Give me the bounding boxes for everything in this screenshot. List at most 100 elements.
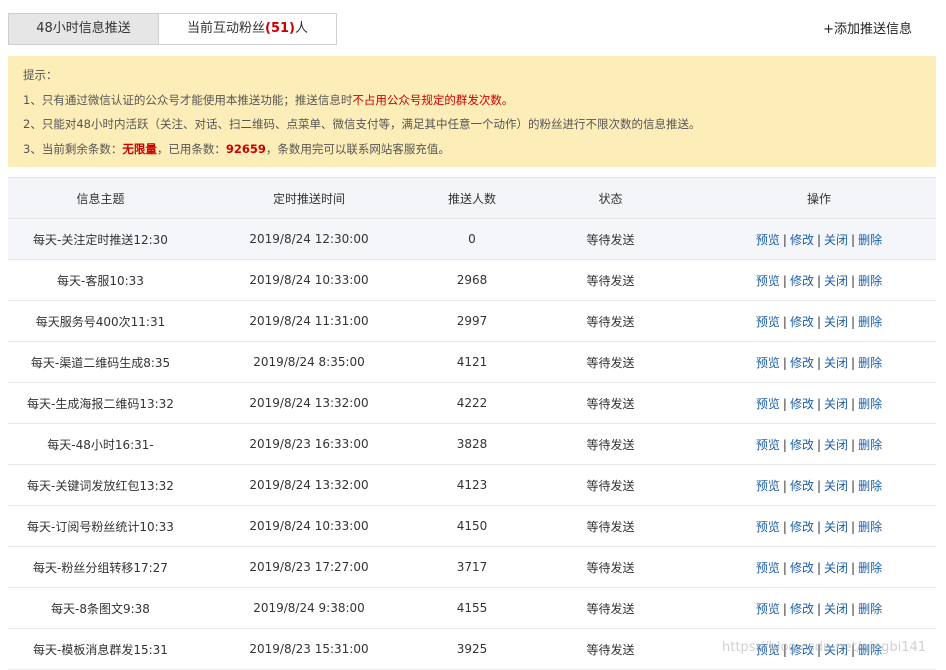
cell-subject: 每天-客服10:33 (8, 259, 193, 301)
table-row: 每天-生成海报二维码13:32 2019/8/24 13:32:00 4222 等待发… (8, 382, 936, 424)
cell-count: 3925 (425, 628, 519, 670)
edit-link[interactable]: 修改 (790, 233, 814, 247)
notice-line-3-text-a: 3、当前剩余条数： (23, 141, 123, 156)
preview-link[interactable]: 预览 (756, 356, 780, 370)
close-link[interactable]: 关闭 (824, 520, 848, 534)
notice-panel: 提示： 1、只有通过微信认证的公众号才能使用本推送功能；推送信息时不占用公众号规… (8, 56, 936, 167)
preview-link[interactable]: 预览 (756, 479, 780, 493)
add-push-button[interactable]: +添加推送信息 (823, 18, 912, 37)
preview-link[interactable]: 预览 (756, 561, 780, 575)
close-link[interactable]: 关闭 (824, 479, 848, 493)
preview-link[interactable]: 预览 (756, 233, 780, 247)
cell-actions: 预览 | 修改 | 关闭 | 删除 (702, 546, 936, 588)
preview-link[interactable]: 预览 (756, 274, 780, 288)
action-separator: | (851, 355, 856, 370)
cell-time: 2019/8/23 16:33:00 (193, 423, 425, 465)
action-separator: | (782, 232, 787, 247)
push-table: 信息主题 定时推送时间 推送人数 状态 操作 每天-关注定时推送12:30 201… (8, 177, 936, 670)
cell-actions: 预览 | 修改 | 关闭 | 删除 (702, 382, 936, 424)
edit-link[interactable]: 修改 (790, 397, 814, 411)
close-link[interactable]: 关闭 (824, 233, 848, 247)
cell-status: 等待发送 (519, 382, 702, 424)
action-separator: | (816, 478, 822, 493)
cell-status: 等待发送 (519, 505, 702, 547)
edit-link[interactable]: 修改 (790, 602, 814, 616)
close-link[interactable]: 关闭 (824, 602, 848, 616)
close-link[interactable]: 关闭 (824, 356, 848, 370)
table-row: 每天-48小时16:31- 2019/8/23 16:33:00 3828 等待发送预… (8, 423, 936, 465)
action-separator: | (782, 437, 787, 452)
action-separator: | (782, 478, 787, 493)
close-link[interactable]: 关闭 (824, 397, 848, 411)
action-separator: | (851, 519, 856, 534)
preview-link[interactable]: 预览 (756, 520, 780, 534)
cell-actions: 预览 | 修改 | 关闭 | 删除 (702, 423, 936, 465)
preview-link[interactable]: 预览 (756, 397, 780, 411)
action-separator: | (782, 519, 787, 534)
cell-count: 4121 (425, 341, 519, 383)
edit-link[interactable]: 修改 (790, 438, 814, 452)
edit-link[interactable]: 修改 (790, 479, 814, 493)
preview-link[interactable]: 预览 (756, 438, 780, 452)
delete-link[interactable]: 删除 (858, 274, 882, 288)
cell-status: 等待发送 (519, 218, 702, 260)
tab-bar: 48小时信息推送 当前互动粉丝(51)人 (8, 13, 337, 45)
edit-link[interactable]: 修改 (790, 561, 814, 575)
delete-link[interactable]: 删除 (858, 520, 882, 534)
preview-link[interactable]: 预览 (756, 315, 780, 329)
tab-active-fans-prefix: 当前互动粉丝 (186, 21, 265, 36)
cell-count: 4222 (425, 382, 519, 424)
tab-active-fans-suffix: 人 (294, 21, 308, 36)
edit-link[interactable]: 修改 (790, 520, 814, 534)
edit-link[interactable]: 修改 (790, 356, 814, 370)
delete-link[interactable]: 删除 (858, 602, 882, 616)
cell-actions: 预览 | 修改 | 关闭 | 删除 (702, 505, 936, 547)
table-row: 每天-8条图文9:38 2019/8/24 9:38:00 4155 等待发送 预览 | 修… (8, 587, 936, 629)
action-separator: | (851, 437, 856, 452)
cell-subject: 每天-渠道二维码生成8:35 (8, 341, 193, 383)
table-row: 每天-关注定时推送12:30 2019/8/24 12:30:00 0 等待发送 预览 |… (8, 218, 936, 260)
delete-link[interactable]: 删除 (858, 397, 882, 411)
cell-actions: 预览 | 修改 | 关闭 | 删除 (702, 587, 936, 629)
cell-status: 等待发送 (519, 464, 702, 506)
cell-count: 4150 (425, 505, 519, 547)
edit-link[interactable]: 修改 (790, 274, 814, 288)
cell-subject: 每天-订阅号粉丝统计10:33 (8, 505, 193, 547)
table-header-row: 信息主题 定时推送时间 推送人数 状态 操作 (8, 177, 936, 219)
cell-time: 2019/8/24 13:32:00 (193, 382, 425, 424)
delete-link[interactable]: 删除 (858, 356, 882, 370)
notice-line-3: 3、当前剩余条数：无限量，已用条数：92659，条数用完可以联系网站客服充值。 (23, 140, 921, 165)
action-separator: | (782, 601, 787, 616)
table-body: 每天-关注定时推送12:30 2019/8/24 12:30:00 0 等待发送 预览 |… (8, 218, 936, 670)
cell-time: 2019/8/24 13:32:00 (193, 464, 425, 506)
cell-subject: 每天-模板消息群发15:31 (8, 628, 193, 670)
tab-active-fans[interactable]: 当前互动粉丝(51)人 (159, 13, 337, 45)
preview-link[interactable]: 预览 (756, 602, 780, 616)
cell-count: 4123 (425, 464, 519, 506)
used-count: 92659 (225, 141, 266, 156)
close-link[interactable]: 关闭 (824, 274, 848, 288)
close-link[interactable]: 关闭 (824, 561, 848, 575)
delete-link[interactable]: 删除 (858, 561, 882, 575)
delete-link[interactable]: 删除 (858, 233, 882, 247)
cell-status: 等待发送 (519, 423, 702, 465)
action-separator: | (782, 314, 787, 329)
cell-count: 2997 (425, 300, 519, 342)
header-status: 状态 (519, 177, 702, 219)
notice-line-2: 2、只能对48小时内活跃（关注、对话、扫二维码、点菜单、微信支付等，满足其中任意… (23, 117, 701, 131)
delete-link[interactable]: 删除 (858, 438, 882, 452)
close-link[interactable]: 关闭 (824, 315, 848, 329)
cell-time: 2019/8/24 9:38:00 (193, 587, 425, 629)
table-row: 每天-粉丝分组转移17:27 2019/8/23 17:27:00 3717 等待发送… (8, 546, 936, 588)
cell-actions: 预览 | 修改 | 关闭 | 删除 (702, 259, 936, 301)
close-link[interactable]: 关闭 (824, 438, 848, 452)
cell-subject: 每天-生成海报二维码13:32 (8, 382, 193, 424)
tab-48h-push[interactable]: 48小时信息推送 (8, 13, 159, 45)
delete-link[interactable]: 删除 (858, 315, 882, 329)
table-row: 每天-渠道二维码生成8:35 2019/8/24 8:35:00 4121 等待发送预… (8, 341, 936, 383)
action-separator: | (782, 273, 787, 288)
delete-link[interactable]: 删除 (858, 479, 882, 493)
edit-link[interactable]: 修改 (790, 315, 814, 329)
action-separator: | (816, 355, 822, 370)
header-count: 推送人数 (425, 177, 519, 219)
